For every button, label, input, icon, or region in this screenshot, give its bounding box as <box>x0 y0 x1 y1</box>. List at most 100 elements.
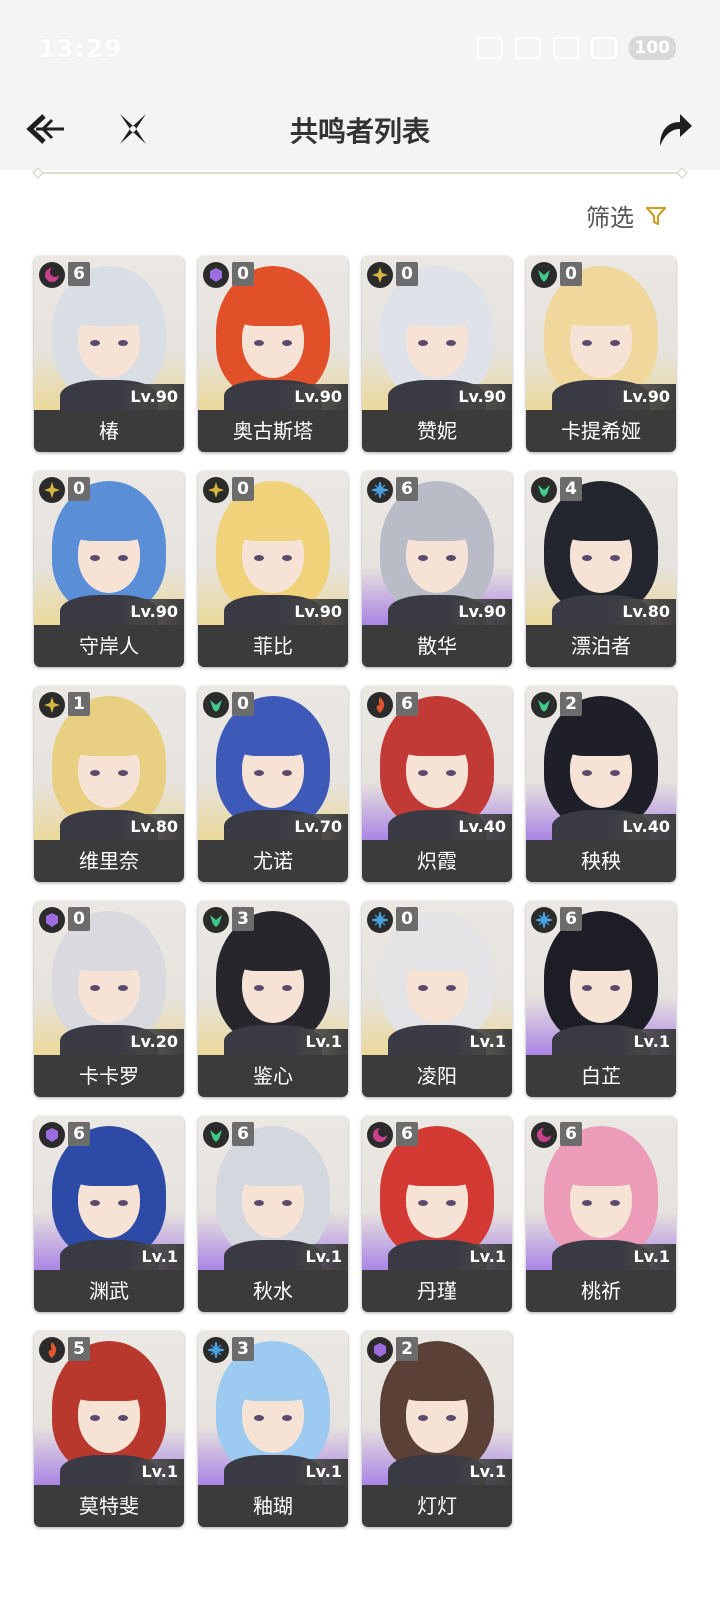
divider-line <box>42 172 678 174</box>
character-bangs <box>562 937 640 971</box>
resonator-card[interactable]: 3 Lv.1 釉瑚 <box>198 1331 348 1527</box>
resonator-card[interactable]: 0 Lv.20 卡卡罗 <box>34 901 184 1097</box>
resonator-card[interactable]: 0 Lv.1 凌阳 <box>362 901 512 1097</box>
resonance-chain-count: 0 <box>396 262 418 286</box>
resonator-name: 菲比 <box>198 625 348 667</box>
level-label: Lv.90 <box>444 599 512 625</box>
resonator-name: 漂泊者 <box>526 625 676 667</box>
level-label: Lv.90 <box>608 384 676 410</box>
resonance-chain-count: 0 <box>68 907 90 931</box>
resonator-card[interactable]: 2 Lv.40 秧秧 <box>526 686 676 882</box>
level-label: Lv.90 <box>116 599 184 625</box>
character-eye <box>254 770 264 776</box>
character-eye <box>118 770 128 776</box>
resonator-name: 维里奈 <box>34 840 184 882</box>
resonator-name: 桃祈 <box>526 1270 676 1312</box>
resonator-card[interactable]: 0 Lv.70 尤诺 <box>198 686 348 882</box>
mute-icon <box>514 37 541 59</box>
spectro-attribute-glyph <box>44 482 60 498</box>
character-eye <box>418 340 428 346</box>
resonance-chain-count: 6 <box>560 1122 582 1146</box>
character-bangs <box>562 507 640 541</box>
glacio-attribute-icon <box>535 911 553 929</box>
spectro-attribute-glyph <box>208 482 224 498</box>
status-bar: 13:29 100 <box>0 0 720 96</box>
attribute-badge <box>39 477 65 503</box>
attribute-badge <box>203 907 229 933</box>
spectro-attribute-glyph <box>44 697 60 713</box>
havoc-attribute-glyph <box>45 268 59 282</box>
character-eye <box>282 1415 292 1421</box>
aero-attribute-glyph <box>538 700 550 712</box>
share-arrow-icon <box>660 114 692 146</box>
fusion-attribute-glyph <box>48 1342 57 1358</box>
attribute-badge <box>203 1122 229 1148</box>
attribute-badge <box>367 692 393 718</box>
character-bangs <box>70 1152 148 1186</box>
resonator-card[interactable]: 6 Lv.90 椿 <box>34 256 184 452</box>
resonator-card[interactable]: 6 Lv.40 炽霞 <box>362 686 512 882</box>
electro-attribute-glyph <box>374 1343 386 1357</box>
resonator-card[interactable]: 6 Lv.90 散华 <box>362 471 512 667</box>
character-eye <box>90 1200 100 1206</box>
divider-ornament <box>676 167 688 179</box>
havoc-attribute-glyph <box>373 1128 387 1142</box>
resonator-card[interactable]: 6 Lv.1 白芷 <box>526 901 676 1097</box>
resonator-card[interactable]: 0 Lv.90 奥古斯塔 <box>198 256 348 452</box>
resonator-name: 奥古斯塔 <box>198 410 348 452</box>
resonator-card[interactable]: 6 Lv.1 渊武 <box>34 1116 184 1312</box>
attribute-badge <box>367 477 393 503</box>
electro-attribute-icon <box>46 1128 58 1142</box>
character-bangs <box>398 1367 476 1401</box>
resonance-chain-count: 6 <box>68 1122 90 1146</box>
character-eye <box>418 555 428 561</box>
resonator-card[interactable]: 2 Lv.1 灯灯 <box>362 1331 512 1527</box>
glacio-attribute-glyph <box>371 481 389 499</box>
resonance-chain-count: 1 <box>68 692 90 716</box>
aero-attribute-icon <box>210 1130 222 1142</box>
resonator-card[interactable]: 4 Lv.80 漂泊者 <box>526 471 676 667</box>
character-bangs <box>398 1152 476 1186</box>
resonator-name: 莫特斐 <box>34 1485 184 1527</box>
level-label: Lv.40 <box>444 814 512 840</box>
character-eye <box>282 985 292 991</box>
resonator-card[interactable]: 0 Lv.90 菲比 <box>198 471 348 667</box>
aero-attribute-icon <box>538 485 550 497</box>
level-label: Lv.1 <box>619 1029 676 1055</box>
attribute-badge <box>367 262 393 288</box>
aero-attribute-icon <box>538 700 550 712</box>
resonator-card[interactable]: 3 Lv.1 鉴心 <box>198 901 348 1097</box>
filter-button[interactable]: 筛选 <box>586 198 668 233</box>
resonance-chain-count: 6 <box>232 1122 254 1146</box>
resonator-card[interactable]: 1 Lv.80 维里奈 <box>34 686 184 882</box>
character-eye <box>282 555 292 561</box>
attribute-badge <box>531 477 557 503</box>
character-eye <box>254 1200 264 1206</box>
header-divider <box>32 167 688 179</box>
resonator-card[interactable]: 0 Lv.90 赞妮 <box>362 256 512 452</box>
resonator-card[interactable]: 6 Lv.1 秋水 <box>198 1116 348 1312</box>
attribute-badge <box>39 907 65 933</box>
character-bangs <box>234 722 312 756</box>
character-bangs <box>398 937 476 971</box>
character-eye <box>254 340 264 346</box>
spectro-attribute-icon <box>208 482 224 498</box>
resonator-card[interactable]: 0 Lv.90 守岸人 <box>34 471 184 667</box>
resonator-card[interactable]: 5 Lv.1 莫特斐 <box>34 1331 184 1527</box>
aero-attribute-glyph <box>210 700 222 712</box>
attribute-badge <box>531 1122 557 1148</box>
share-button[interactable] <box>648 104 698 154</box>
character-eye <box>418 1415 428 1421</box>
level-label: Lv.90 <box>116 384 184 410</box>
electro-attribute-glyph <box>46 1128 58 1142</box>
level-label: Lv.1 <box>291 1459 348 1485</box>
resonator-card[interactable]: 6 Lv.1 桃祈 <box>526 1116 676 1312</box>
glacio-attribute-icon <box>371 911 389 929</box>
level-label: Lv.20 <box>116 1029 184 1055</box>
resonator-card[interactable]: 6 Lv.1 丹瑾 <box>362 1116 512 1312</box>
resonator-name: 凌阳 <box>362 1055 512 1097</box>
resonator-card[interactable]: 0 Lv.90 卡提希娅 <box>526 256 676 452</box>
character-eye <box>118 1200 128 1206</box>
level-label: Lv.1 <box>619 1244 676 1270</box>
fusion-attribute-glyph <box>376 697 385 713</box>
